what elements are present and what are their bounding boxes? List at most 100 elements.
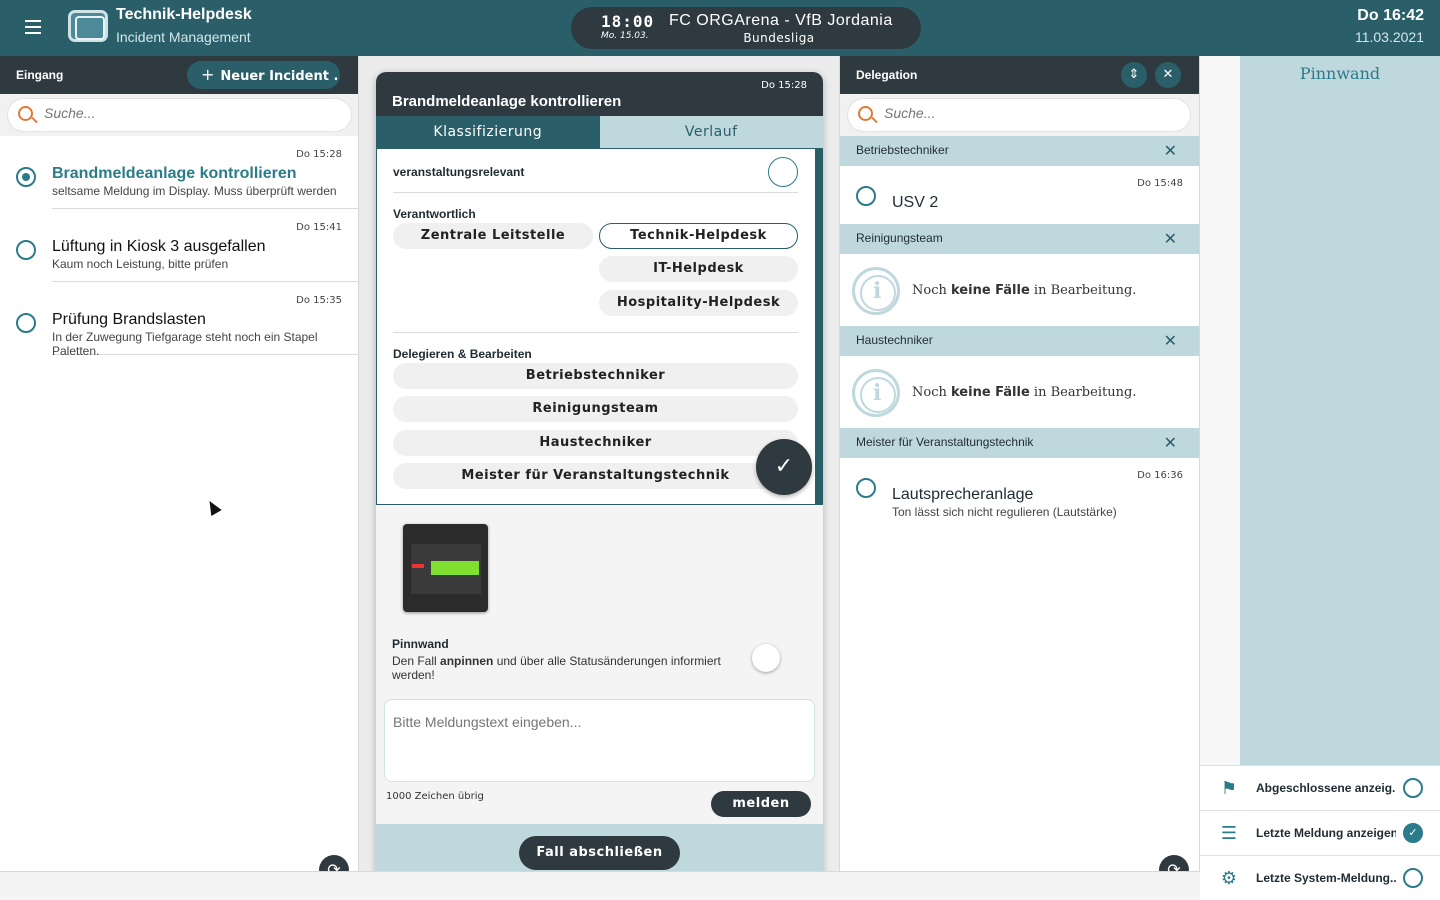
attachment-thumbnail[interactable] xyxy=(403,524,488,612)
delegation-group-header: Reinigungsteam ✕ xyxy=(840,224,1199,254)
responsible-it-helpdesk[interactable]: IT-Helpdesk xyxy=(599,256,798,282)
incident-description: Kaum noch Leistung, bitte prüfen xyxy=(52,257,229,271)
inbox-header: Eingang + Neuer Incident ... xyxy=(0,56,358,94)
pin-toggle[interactable] xyxy=(752,644,780,672)
close-icon[interactable]: ✕ xyxy=(1164,229,1177,248)
close-icon[interactable]: ✕ xyxy=(1164,433,1177,452)
delegation-panel: Delegation ⇕ ✕ Betriebstechniker ✕ Do 15:4… xyxy=(839,56,1200,900)
inbox-search-area xyxy=(0,94,358,136)
delegation-item[interactable]: Do 16:36 Lautsprecheranlage Ton lässt sich… xyxy=(840,458,1199,530)
delegate-haustechniker[interactable]: Haustechniker xyxy=(393,430,798,456)
app-logo xyxy=(68,10,108,42)
message-field[interactable] xyxy=(384,699,815,782)
flag-icon: ⚑ xyxy=(1220,778,1238,799)
delegation-group-name: Meister für Veranstaltungstechnik xyxy=(856,435,1034,449)
divider xyxy=(393,332,798,333)
close-case-button[interactable]: Fall abschließen xyxy=(519,836,680,870)
pin-title: Pinnwand xyxy=(392,637,449,651)
delegation-item-time: Do 15:48 xyxy=(1137,178,1183,189)
report-button[interactable]: melden xyxy=(711,791,811,817)
thumbnail-display xyxy=(431,561,479,575)
pinboard-option[interactable]: ⚑ Abgeschlossene anzeig... xyxy=(1200,765,1440,810)
delegation-item[interactable]: Do 15:48 USV 2 xyxy=(840,166,1199,224)
delegation-item-radio[interactable] xyxy=(856,478,876,498)
search-icon xyxy=(18,106,33,121)
inbox-search[interactable] xyxy=(8,99,351,131)
delegation-group-header: Haustechniker ✕ xyxy=(840,326,1199,356)
delegation-search-area xyxy=(840,94,1199,136)
responsible-label: Verantwortlich xyxy=(393,207,476,221)
pinboard-option-check[interactable]: ✓ xyxy=(1403,823,1423,843)
classification-panel: veranstaltungsrelevant Verantwortlich Ze… xyxy=(376,148,823,505)
incident-detail-time: Do 15:28 xyxy=(761,80,807,91)
event-time: 18:00 xyxy=(601,12,655,31)
delegate-reinigungsteam[interactable]: Reinigungsteam xyxy=(393,396,798,422)
tab-klassifizierung[interactable]: Klassifizierung xyxy=(376,116,600,148)
incident-description: In der Zuwegung Tiefgarage steht noch ei… xyxy=(52,330,318,358)
incident-title: Lüftung in Kiosk 3 ausgefallen xyxy=(52,238,266,255)
chat-icon: ☰ xyxy=(1220,823,1238,844)
incident-time: Do 15:28 xyxy=(296,149,342,160)
delegate-meister-veranstaltungstechnik[interactable]: Meister für Veranstaltungstechnik xyxy=(393,463,798,489)
delegation-title: Delegation xyxy=(856,68,918,82)
detail-tabs: Klassifizierung Verlauf xyxy=(376,116,823,148)
gear-icon: ⚙ xyxy=(1220,868,1238,889)
pinboard-option-label: Abgeschlossene anzeig... xyxy=(1256,781,1396,795)
incident-description: seltsame Meldung im Display. Muss überpr… xyxy=(52,184,337,198)
tab-verlauf[interactable]: Verlauf xyxy=(599,116,823,148)
app-subtitle: Incident Management xyxy=(116,29,251,45)
message-input[interactable] xyxy=(385,700,814,781)
incident-radio[interactable] xyxy=(16,313,36,333)
close-icon[interactable]: ✕ xyxy=(1164,331,1177,350)
incident-radio[interactable] xyxy=(16,240,36,260)
empty-bold: keine Fälle xyxy=(951,385,1030,400)
pin-description: Den Fall anpinnen und über alle Statusän… xyxy=(392,654,732,682)
event-relevant-row: veranstaltungsrelevant xyxy=(393,149,798,193)
pinboard-option[interactable]: ☰ Letzte Meldung anzeigen ✓ xyxy=(1200,810,1440,855)
clock-date: 11.03.2021 xyxy=(1354,29,1424,45)
new-incident-button[interactable]: + Neuer Incident ... xyxy=(187,61,340,89)
empty-state-text: Noch keine Fälle in Bearbeitung. xyxy=(912,385,1136,400)
empty-pre: Noch xyxy=(912,283,951,298)
delegation-group-name: Betriebstechniker xyxy=(856,143,949,157)
hamburger-menu-icon[interactable] xyxy=(18,16,48,40)
pinboard-option[interactable]: ⚙ Letzte System-Meldung... xyxy=(1200,855,1440,900)
inbox-search-input[interactable] xyxy=(44,105,304,121)
incident-list-item[interactable]: Do 15:41 Lüftung in Kiosk 3 ausgefallen Ka… xyxy=(16,209,358,282)
event-relevant-checkbox[interactable] xyxy=(768,157,798,187)
search-icon xyxy=(858,106,873,121)
confirm-check-icon[interactable]: ✓ xyxy=(756,439,812,495)
expand-collapse-icon[interactable]: ⇕ xyxy=(1121,62,1147,88)
delegation-item-radio[interactable] xyxy=(856,186,876,206)
inbox-title: Eingang xyxy=(16,68,64,82)
delegate-label: Delegieren & Bearbeiten xyxy=(393,347,532,361)
delegation-search-input[interactable] xyxy=(884,105,1144,121)
delegation-item-title: USV 2 xyxy=(892,194,939,211)
empty-post: in Bearbeitung. xyxy=(1029,283,1137,298)
responsible-hospitality-helpdesk[interactable]: Hospitality-Helpdesk xyxy=(599,290,798,316)
delegate-betriebstechniker[interactable]: Betriebstechniker xyxy=(393,363,798,389)
pin-desc-pre: Den Fall xyxy=(392,654,441,668)
empty-post: in Bearbeitung. xyxy=(1029,385,1137,400)
incident-radio[interactable] xyxy=(16,167,36,187)
pinboard-option-check[interactable] xyxy=(1403,868,1423,888)
close-icon[interactable]: ✕ xyxy=(1164,141,1177,160)
pin-desc-bold: anpinnen xyxy=(440,654,494,668)
delegation-item-title: Lautsprecheranlage xyxy=(892,486,1034,503)
event-name: FC ORGArena - VfB Jordania xyxy=(669,12,893,29)
delegation-search[interactable] xyxy=(848,99,1190,131)
collapse-all-icon[interactable]: ✕ xyxy=(1155,62,1181,88)
incident-list-item[interactable]: Do 15:35 Prüfung Brandslasten In der Zuweg… xyxy=(16,282,358,358)
scrollbar[interactable] xyxy=(815,149,822,504)
event-relevant-label: veranstaltungsrelevant xyxy=(393,165,525,179)
responsible-zentrale-leitstelle[interactable]: Zentrale Leitstelle xyxy=(393,223,593,249)
responsible-technik-helpdesk[interactable]: Technik-Helpdesk xyxy=(599,223,798,249)
pinboard-area: Pinnwand xyxy=(1240,56,1440,765)
delegation-group-name: Reinigungsteam xyxy=(856,231,943,245)
incident-list-item[interactable]: Do 15:28 Brandmeldeanlage kontrollieren se… xyxy=(16,136,358,209)
delegation-groups: Betriebstechniker ✕ Do 15:48 USV 2 Reinigung… xyxy=(840,136,1199,530)
incident-time: Do 15:35 xyxy=(296,295,342,306)
app-title: Technik-Helpdesk xyxy=(116,6,252,23)
event-league: Bundesliga xyxy=(743,31,815,45)
pinboard-option-check[interactable] xyxy=(1403,778,1423,798)
